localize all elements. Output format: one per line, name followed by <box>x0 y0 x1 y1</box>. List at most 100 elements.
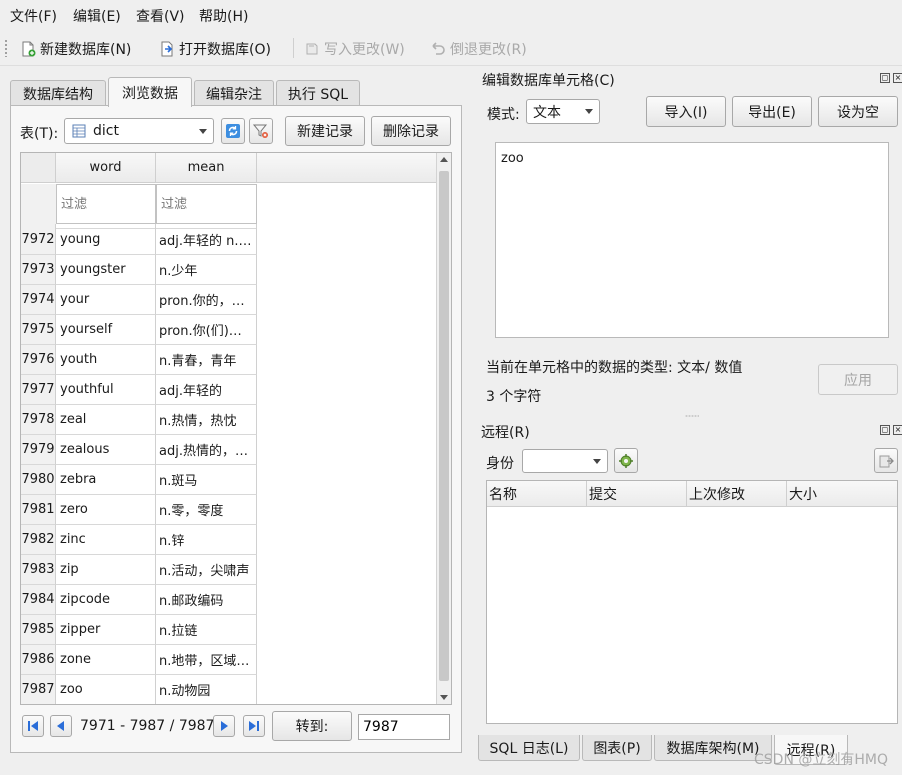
cell-mean[interactable]: n.动物园 <box>156 675 257 704</box>
tab-browse-data[interactable]: 浏览数据 <box>108 77 192 107</box>
menu-file[interactable]: 文件(F) <box>9 6 58 26</box>
tab-execute-sql[interactable]: 执行 SQL <box>276 80 360 106</box>
export-button[interactable]: 导出(E) <box>732 96 812 127</box>
table-row[interactable]: 7978 zeal n.热情，热忱 <box>21 405 257 435</box>
table-row[interactable]: 7972 young adj.年轻的 n.… <box>21 225 257 255</box>
cell-word[interactable]: zipcode <box>56 585 156 615</box>
go-next-button[interactable] <box>213 715 235 737</box>
cell-mean[interactable]: n.拉链 <box>156 615 257 645</box>
scroll-thumb[interactable] <box>439 171 449 681</box>
table-row[interactable]: 7977 youthful adj.年轻的 <box>21 375 257 405</box>
cell-mean[interactable]: n.青春，青年 <box>156 345 257 375</box>
cell-word[interactable]: zinc <box>56 525 156 555</box>
clear-filters-button[interactable] <box>249 118 273 144</box>
remote-column-size[interactable]: 大小 <box>787 481 897 507</box>
table-row[interactable]: 7973 youngster n.少年 <box>21 255 257 285</box>
cell-mean[interactable]: n.零，零度 <box>156 495 257 525</box>
table-row[interactable]: 7976 youth n.青春，青年 <box>21 345 257 375</box>
table-row[interactable]: 7981 zero n.零，零度 <box>21 495 257 525</box>
write-changes-button[interactable]: 写入更改(W) <box>300 37 409 61</box>
cell-mean[interactable]: n.邮政编码 <box>156 585 257 615</box>
remote-table[interactable]: 名称 提交 上次修改 大小 <box>486 480 898 724</box>
cell-mean[interactable]: n.少年 <box>156 255 257 285</box>
cell-mean[interactable]: n.斑马 <box>156 465 257 495</box>
go-first-button[interactable] <box>22 715 44 737</box>
filter-input-mean[interactable] <box>156 184 257 224</box>
remote-action-button[interactable] <box>874 448 898 473</box>
new-database-button[interactable]: 新建数据库(N) <box>16 37 135 61</box>
table-row[interactable]: 7987 zoo n.动物园 <box>21 675 257 704</box>
cell-word[interactable]: youthful <box>56 375 156 405</box>
remote-column-commit[interactable]: 提交 <box>587 481 687 507</box>
table-row[interactable]: 7983 zip n.活动，尖啸声 <box>21 555 257 585</box>
column-header-word[interactable]: word <box>56 153 156 183</box>
identity-settings-button[interactable] <box>614 448 638 473</box>
cell-mean[interactable]: pron.你的，… <box>156 285 257 315</box>
cell-word[interactable]: zoo <box>56 675 156 704</box>
table-row[interactable]: 7975 yourself pron.你(们)… <box>21 315 257 345</box>
toolbar-grip[interactable] <box>4 39 8 57</box>
cell-mean[interactable]: adj.年轻的 n.… <box>156 225 257 255</box>
cell-word[interactable]: zero <box>56 495 156 525</box>
close-dock-icon[interactable]: × <box>893 73 902 83</box>
dock-splitter[interactable] <box>685 415 699 417</box>
cell-mean[interactable]: n.地带，区域… <box>156 645 257 675</box>
cell-word[interactable]: yourself <box>56 315 156 345</box>
revert-changes-button[interactable]: 倒退更改(R) <box>426 37 531 61</box>
cell-word[interactable]: zone <box>56 645 156 675</box>
mode-select[interactable]: 文本 <box>526 99 600 124</box>
vertical-scrollbar[interactable] <box>436 153 451 704</box>
tab-plot[interactable]: 图表(P) <box>582 735 652 761</box>
table-row[interactable]: 7986 zone n.地带，区域… <box>21 645 257 675</box>
cell-mean[interactable]: adj.年轻的 <box>156 375 257 405</box>
go-previous-button[interactable] <box>50 715 72 737</box>
goto-input[interactable] <box>358 714 450 740</box>
scroll-up-icon[interactable] <box>440 157 448 162</box>
menu-help[interactable]: 帮助(H) <box>198 6 249 26</box>
apply-button[interactable]: 应用 <box>818 364 898 395</box>
cell-word[interactable]: youngster <box>56 255 156 285</box>
grid-corner[interactable] <box>21 153 56 183</box>
set-null-button[interactable]: 设为空 <box>818 96 898 127</box>
table-row[interactable]: 7984 zipcode n.邮政编码 <box>21 585 257 615</box>
cell-word[interactable]: your <box>56 285 156 315</box>
filter-input-word[interactable] <box>56 184 156 224</box>
refresh-button[interactable] <box>221 118 245 144</box>
goto-button[interactable]: 转到: <box>272 711 352 741</box>
cell-mean[interactable]: n.锌 <box>156 525 257 555</box>
close-dock-icon[interactable]: × <box>893 425 902 435</box>
new-record-button[interactable]: 新建记录 <box>285 116 365 146</box>
scroll-down-icon[interactable] <box>440 695 448 700</box>
delete-record-button[interactable]: 删除记录 <box>371 116 451 146</box>
identity-select[interactable] <box>522 449 608 473</box>
cell-word[interactable]: young <box>56 225 156 255</box>
tab-edit-pragmas[interactable]: 编辑杂注 <box>194 80 274 106</box>
table-row[interactable]: 7980 zebra n.斑马 <box>21 465 257 495</box>
column-header-mean[interactable]: mean <box>156 153 257 183</box>
cell-word[interactable]: zeal <box>56 405 156 435</box>
cell-editor-textarea[interactable]: zoo <box>495 142 889 338</box>
table-row[interactable]: 7974 your pron.你的，… <box>21 285 257 315</box>
cell-word[interactable]: zebra <box>56 465 156 495</box>
cell-word[interactable]: youth <box>56 345 156 375</box>
float-dock-icon[interactable]: ◻ <box>880 425 890 435</box>
remote-column-last-modified[interactable]: 上次修改 <box>687 481 787 507</box>
cell-word[interactable]: zipper <box>56 615 156 645</box>
table-row[interactable]: 7985 zipper n.拉链 <box>21 615 257 645</box>
open-database-button[interactable]: 打开数据库(O) <box>155 37 275 61</box>
data-grid[interactable]: word mean 7971 you pron.你，你们 7972youngad… <box>20 152 452 705</box>
table-select[interactable]: dict <box>64 118 214 144</box>
menu-view[interactable]: 查看(V) <box>135 6 186 26</box>
remote-column-name[interactable]: 名称 <box>487 481 587 507</box>
cell-mean[interactable]: n.活动，尖啸声 <box>156 555 257 585</box>
menu-edit[interactable]: 编辑(E) <box>72 6 122 26</box>
tab-database-structure[interactable]: 数据库结构 <box>10 80 106 106</box>
cell-word[interactable]: zip <box>56 555 156 585</box>
import-button[interactable]: 导入(I) <box>646 96 726 127</box>
go-last-button[interactable] <box>243 715 265 737</box>
tab-sql-log[interactable]: SQL 日志(L) <box>478 735 580 761</box>
table-row[interactable]: 7982 zinc n.锌 <box>21 525 257 555</box>
cell-mean[interactable]: pron.你(们)… <box>156 315 257 345</box>
float-dock-icon[interactable]: ◻ <box>880 73 890 83</box>
cell-word[interactable]: zealous <box>56 435 156 465</box>
